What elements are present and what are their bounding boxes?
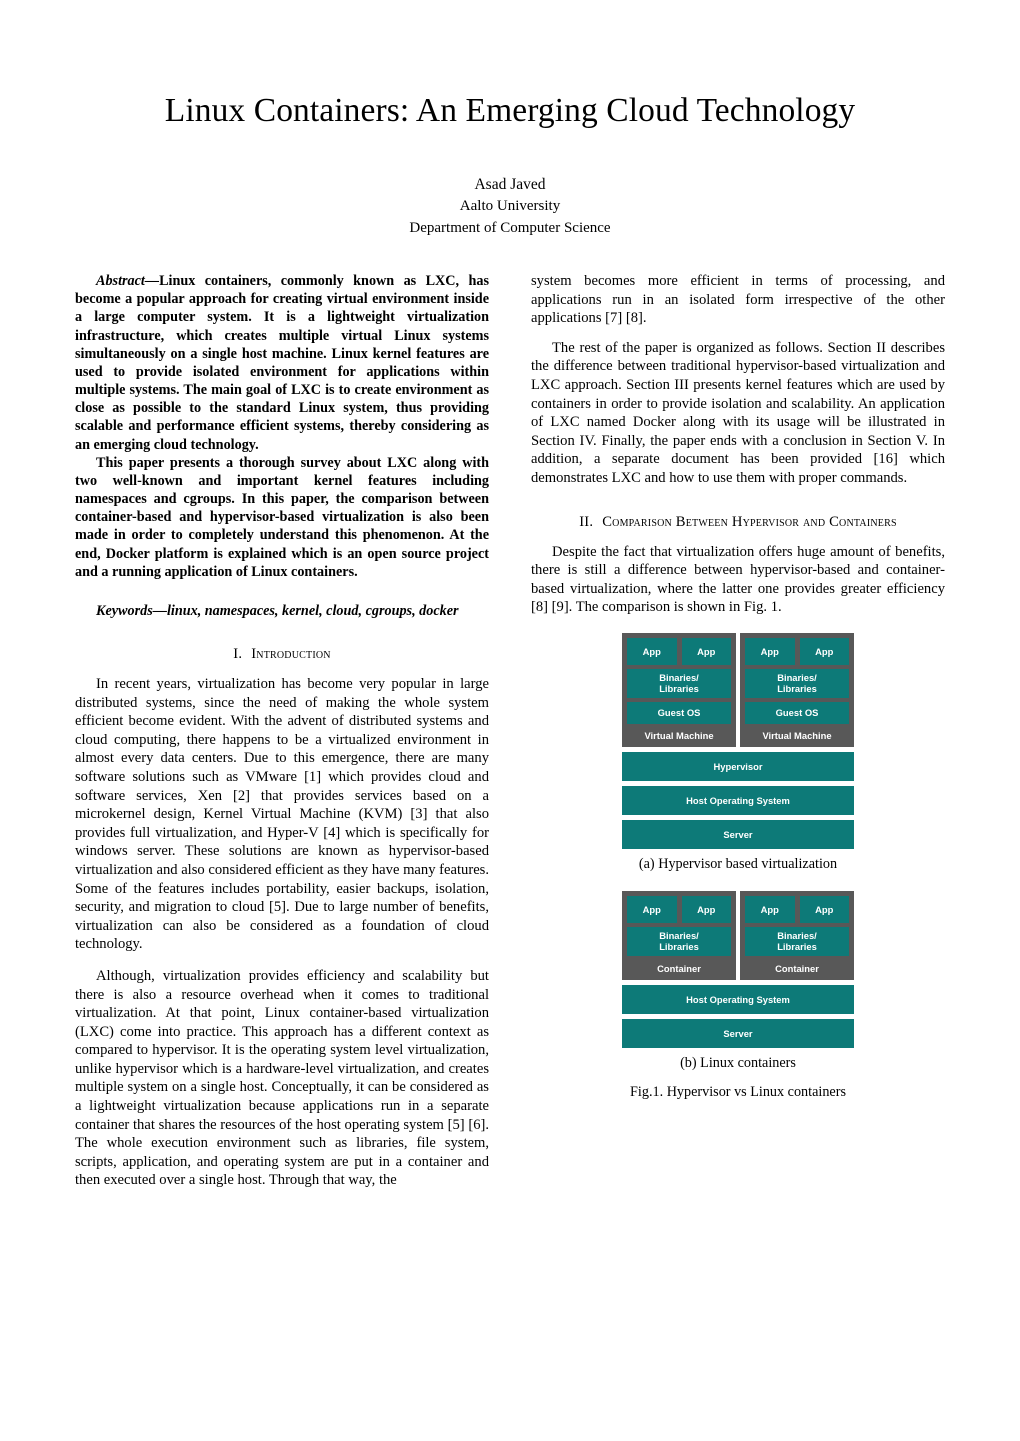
intro-paragraph-2: Although, virtualization provides effici… bbox=[75, 967, 489, 1189]
keywords-line: Keywords—linux, namespaces, kernel, clou… bbox=[96, 602, 459, 619]
hypervisor-layer-box: Hypervisor bbox=[622, 751, 854, 781]
guest-os-box: Guest OS bbox=[627, 701, 731, 724]
server-layer-box: Server bbox=[622, 819, 854, 849]
section-numeral-2: II. bbox=[579, 513, 594, 530]
intro-paragraph-3: The rest of the paper is organized as fo… bbox=[531, 339, 945, 486]
binaries-line-1: Binaries/ bbox=[777, 672, 817, 684]
container-label: Container bbox=[657, 962, 701, 974]
paper-page: Linux Containers: An Emerging Cloud Tech… bbox=[0, 0, 1020, 1441]
intro-paragraph-2-continued: system becomes more efficient in terms o… bbox=[531, 273, 945, 327]
left-column: Abstract—Linux containers, commonly know… bbox=[75, 272, 489, 1190]
virtual-machine-box-2: App App Binaries/Libraries Guest OS Virt… bbox=[740, 632, 854, 747]
app-box: App bbox=[627, 895, 677, 923]
binaries-libraries-box: Binaries/Libraries bbox=[745, 926, 849, 956]
figure-caption-a: (a) Hypervisor based virtualization bbox=[638, 855, 838, 872]
app-box: App bbox=[627, 637, 677, 665]
abstract-text-1: Linux containers, commonly known as LXC,… bbox=[75, 273, 489, 453]
app-row: App App bbox=[745, 637, 849, 665]
guest-os-box: Guest OS bbox=[745, 701, 849, 724]
app-box: App bbox=[681, 895, 731, 923]
section-heading-introduction: I. Introduction bbox=[75, 646, 489, 663]
body-columns: Abstract—Linux containers, commonly know… bbox=[75, 272, 945, 1190]
binaries-line-2: Libraries bbox=[777, 683, 817, 695]
app-box: App bbox=[799, 637, 849, 665]
virtual-machine-box-1: App App Binaries/Libraries Guest OS Virt… bbox=[622, 632, 736, 747]
app-row: App App bbox=[627, 895, 731, 923]
abstract-paragraph-1: Abstract—Linux containers, commonly know… bbox=[75, 272, 489, 454]
app-box: App bbox=[799, 895, 849, 923]
host-os-layer-box: Host Operating System bbox=[622, 785, 854, 815]
container-box-1: App App Binaries/Libraries Container bbox=[622, 890, 736, 980]
binaries-line-1: Binaries/ bbox=[659, 930, 699, 942]
binaries-line-1: Binaries/ bbox=[777, 930, 817, 942]
container-box-2: App App Binaries/Libraries Container bbox=[740, 890, 854, 980]
server-layer-box: Server bbox=[622, 1018, 854, 1048]
binaries-line-1: Binaries/ bbox=[659, 672, 699, 684]
section-numeral-1: I. bbox=[233, 646, 243, 663]
binaries-line-2: Libraries bbox=[777, 941, 817, 953]
section-title-2: Comparison Between Hypervisor and Contai… bbox=[602, 513, 897, 530]
section-title-1: Introduction bbox=[251, 646, 331, 663]
abstract-label: Abstract— bbox=[96, 273, 160, 289]
virtual-machine-row: App App Binaries/Libraries Guest OS Virt… bbox=[622, 632, 854, 747]
container-row: App App Binaries/Libraries Container App bbox=[622, 890, 854, 980]
hypervisor-diagram: App App Binaries/Libraries Guest OS Virt… bbox=[622, 632, 854, 849]
binaries-libraries-box: Binaries/Libraries bbox=[627, 668, 731, 698]
abstract-paragraph-2: This paper presents a thorough survey ab… bbox=[75, 454, 489, 580]
author-name: Asad Javed bbox=[474, 175, 546, 193]
comparison-paragraph-1: Despite the fact that virtualization off… bbox=[531, 543, 945, 616]
binaries-line-2: Libraries bbox=[659, 683, 699, 695]
author-block: Asad Javed Aalto University Department o… bbox=[75, 174, 945, 240]
figure-caption-b: (b) Linux containers bbox=[680, 1054, 796, 1071]
app-row: App App bbox=[745, 895, 849, 923]
virtual-machine-label: Virtual Machine bbox=[644, 729, 714, 741]
app-box: App bbox=[745, 637, 795, 665]
figure-main-caption: Fig.1. Hypervisor vs Linux containers bbox=[630, 1083, 846, 1100]
figure-1: App App Binaries/Libraries Guest OS Virt… bbox=[531, 632, 945, 1101]
app-row: App App bbox=[627, 637, 731, 665]
author-department: Department of Computer Science bbox=[409, 219, 611, 236]
section-heading-comparison: II. Comparison Between Hypervisor and Con… bbox=[531, 514, 945, 531]
virtual-machine-label: Virtual Machine bbox=[762, 729, 832, 741]
app-box: App bbox=[681, 637, 731, 665]
right-column: system becomes more efficient in terms o… bbox=[531, 272, 945, 1190]
host-os-layer-box: Host Operating System bbox=[622, 984, 854, 1014]
author-affiliation: Aalto University bbox=[459, 197, 561, 214]
app-box: App bbox=[745, 895, 795, 923]
binaries-line-2: Libraries bbox=[659, 941, 699, 953]
page-title: Linux Containers: An Emerging Cloud Tech… bbox=[164, 92, 856, 129]
container-label: Container bbox=[775, 962, 819, 974]
binaries-libraries-box: Binaries/Libraries bbox=[627, 926, 731, 956]
intro-paragraph-1: In recent years, virtualization has beco… bbox=[75, 676, 489, 953]
containers-diagram: App App Binaries/Libraries Container App bbox=[622, 890, 854, 1048]
binaries-libraries-box: Binaries/Libraries bbox=[745, 668, 849, 698]
